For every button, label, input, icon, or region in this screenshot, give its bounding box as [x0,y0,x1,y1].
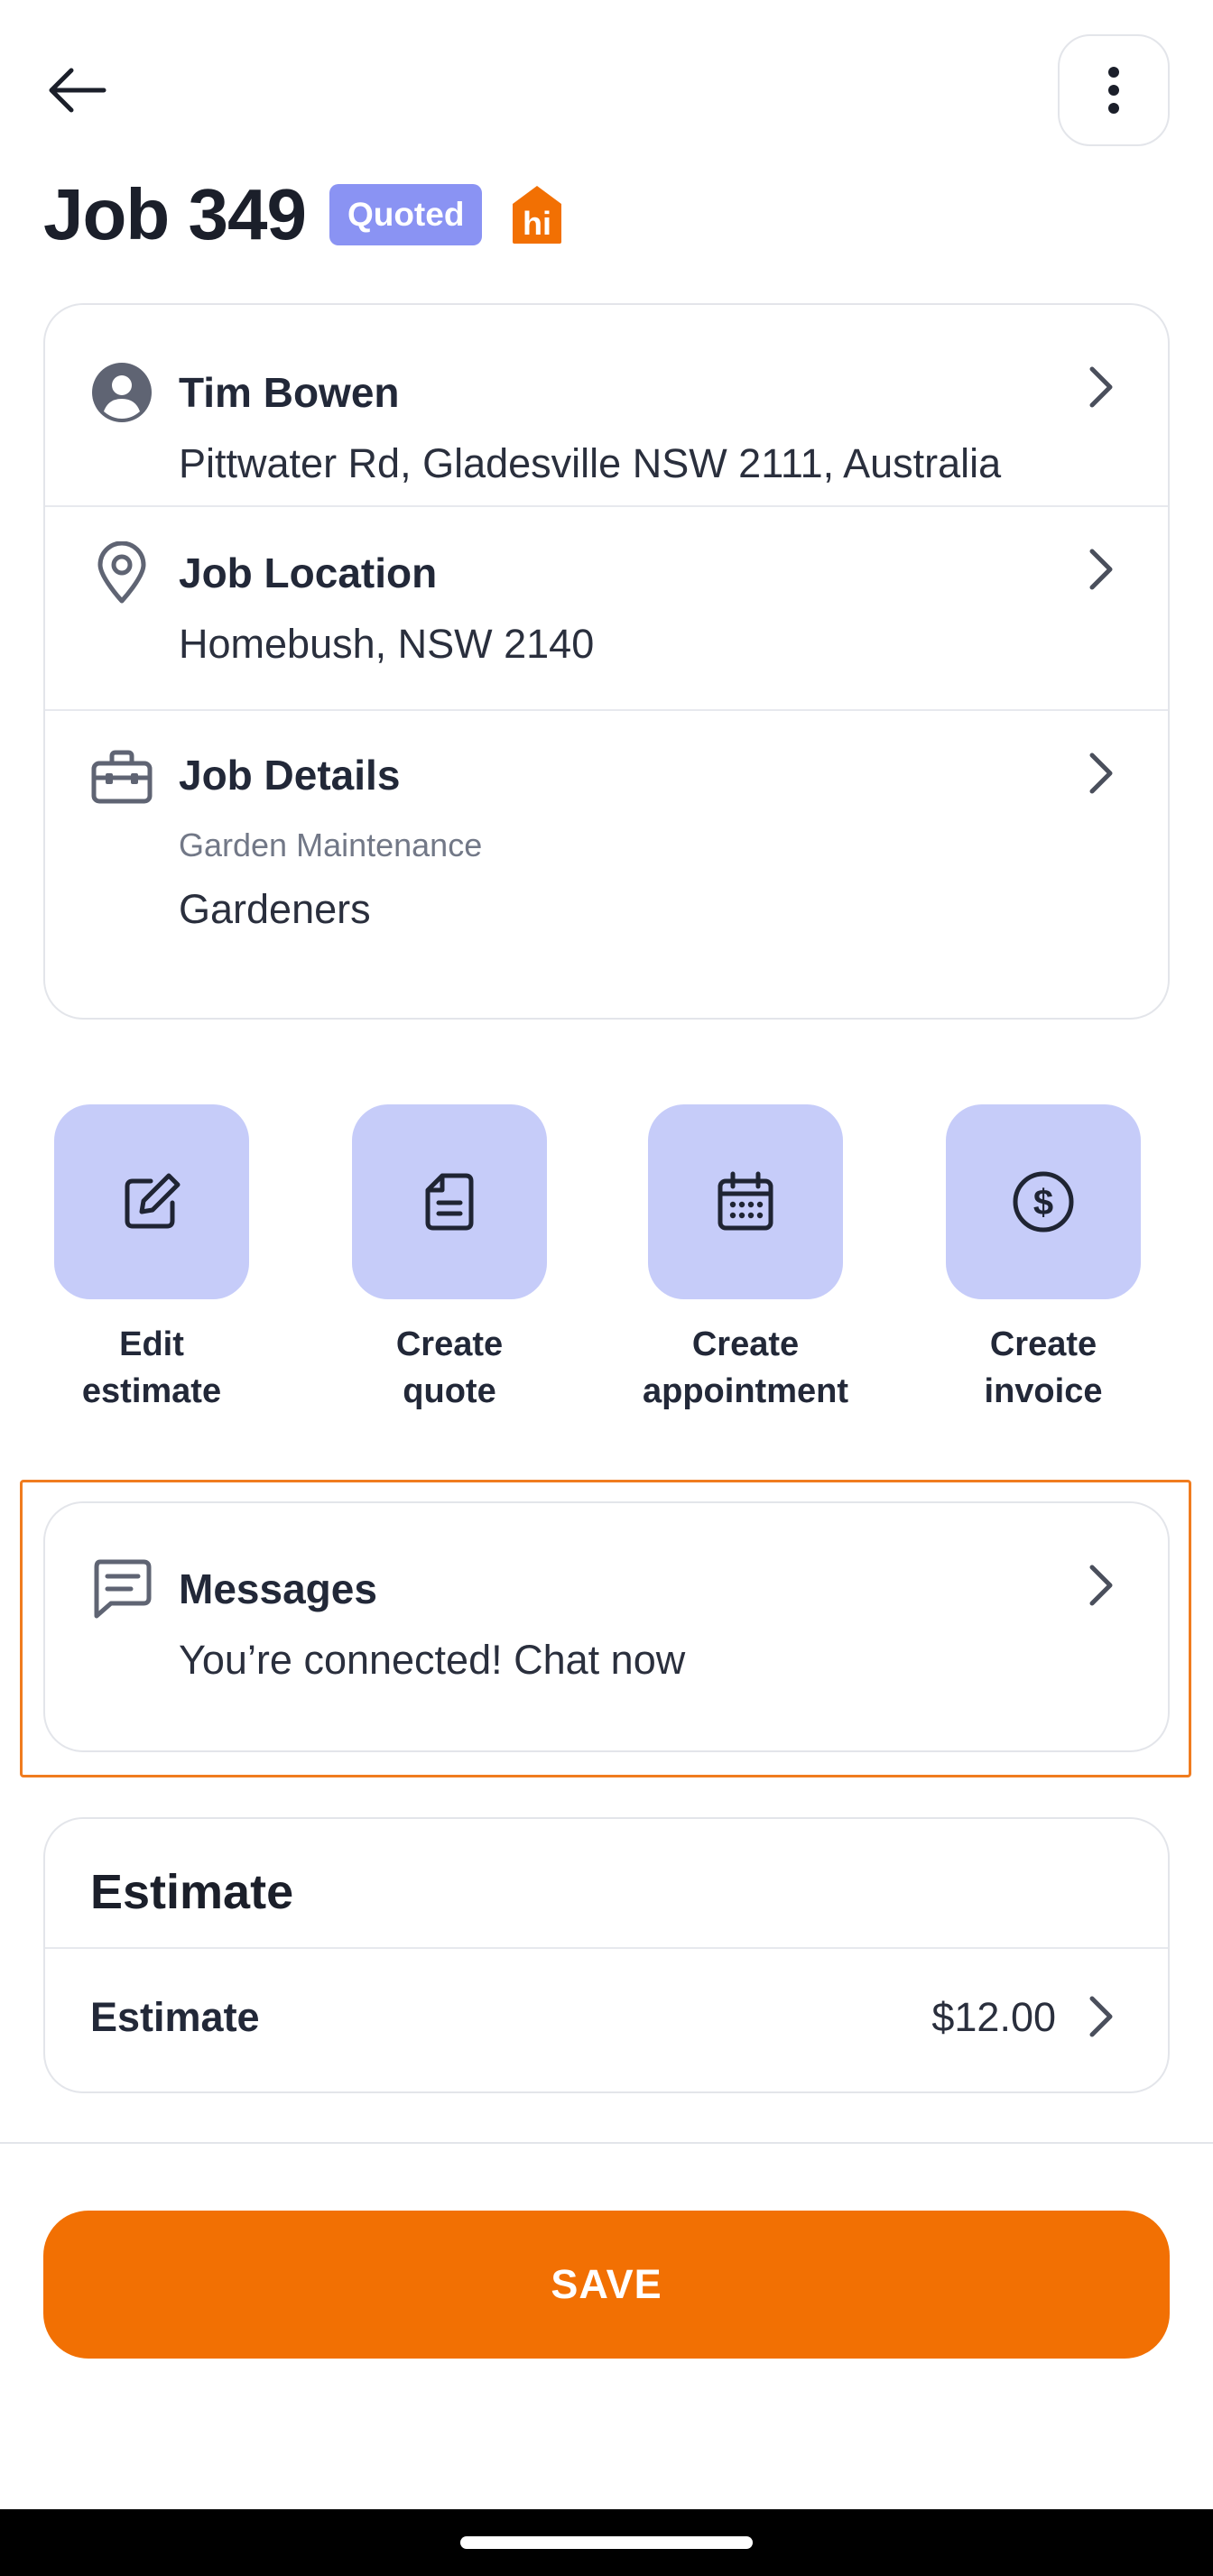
dollar-circle-icon: $ [946,1104,1141,1299]
job-details-title: Job Details [179,752,401,799]
job-details-category: Garden Maintenance [179,826,483,863]
home-indicator[interactable] [460,2536,753,2549]
estimate-row-label: Estimate [90,1994,260,2040]
chevron-right-icon [1078,751,1123,796]
toolbox-icon [90,745,153,808]
edit-estimate-label: Edit estimate [81,1325,222,1410]
edit-estimate-button[interactable]: Edit estimate [43,1104,260,1415]
svg-text:hi: hi [523,205,551,242]
estimate-heading: Estimate [90,1865,294,1919]
create-invoice-button[interactable]: $ Create invoice [935,1104,1152,1415]
create-invoice-label: Create invoice [984,1325,1103,1410]
chevron-right-icon [1078,365,1123,410]
calendar-icon [648,1104,843,1299]
quick-actions: Edit estimate Create quote Create appoin… [43,1104,1170,1411]
create-quote-label: Create quote [395,1325,504,1410]
status-badge: Quoted [329,184,483,245]
messages-row[interactable]: Messages You’re connected! Chat now [43,1501,1170,1752]
chevron-right-icon [1078,1994,1123,2039]
estimate-row[interactable]: Estimate $12.00 [45,1949,1168,2093]
map-pin-icon [90,541,153,605]
customer-row[interactable]: Tim Bowen Pittwater Rd, Gladesville NSW … [45,305,1168,507]
estimate-amount: $12.00 [931,1994,1056,2040]
document-icon [352,1104,547,1299]
customer-address: Pittwater Rd, Gladesville NSW 2111, Aust… [179,440,1002,486]
job-screen: Job 349 Quoted hi Tim Bowen Pittwater Rd… [0,0,1213,2576]
edit-icon [54,1104,249,1299]
job-details-value: Gardeners [179,886,371,932]
svg-text:$: $ [1033,1183,1053,1223]
job-location-title: Job Location [179,549,438,596]
create-appointment-button[interactable]: Create appointment [637,1104,854,1415]
divider [0,2142,1213,2144]
save-button[interactable]: SAVE [43,2211,1170,2359]
job-info-card: Tim Bowen Pittwater Rd, Gladesville NSW … [43,303,1170,1020]
back-button[interactable] [36,54,117,126]
messages-subtitle: You’re connected! Chat now [179,1637,686,1683]
chat-icon [90,1557,153,1620]
more-vertical-icon [1108,67,1119,114]
customer-name: Tim Bowen [179,369,400,416]
user-circle-icon [90,361,153,424]
job-location-row[interactable]: Job Location Homebush, NSW 2140 [45,507,1168,711]
more-options-button[interactable] [1058,34,1170,146]
estimate-card: Estimate Estimate $12.00 [43,1817,1170,2093]
page-title: Job 349 [43,174,307,254]
chevron-right-icon [1078,1563,1123,1608]
hipages-logo: hi [513,186,562,244]
chevron-right-icon [1078,547,1123,592]
messages-title: Messages [179,1565,377,1612]
title-row: Job 349 Quoted hi [43,168,565,262]
job-location-value: Homebush, NSW 2140 [179,621,595,667]
create-appointment-label: Create appointment [643,1325,848,1410]
system-navigation-bar [0,2509,1213,2576]
arrow-left-icon [49,68,106,113]
job-details-row[interactable]: Job Details Garden Maintenance Gardeners [45,711,1168,1016]
create-quote-button[interactable]: Create quote [341,1104,558,1415]
